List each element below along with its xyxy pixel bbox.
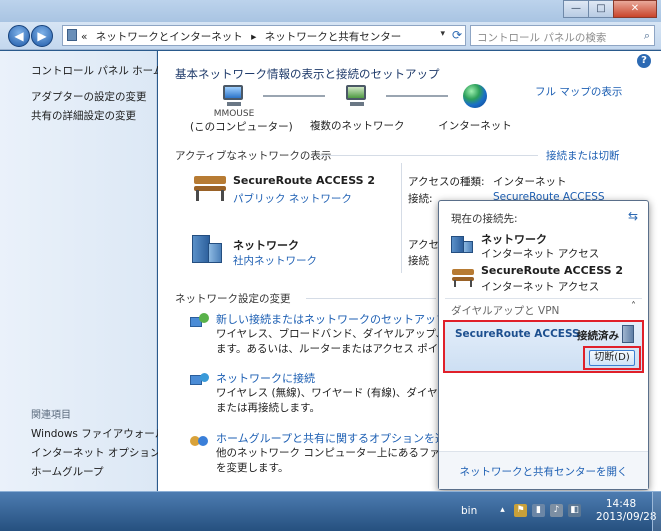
flyout-connection-status: インターネット アクセス (481, 281, 600, 293)
sidebar-item-firewall[interactable]: Windows ファイアウォール (31, 426, 165, 441)
navigation-bar: ◀ ▶ « ネットワークとインターネット ▸ ネットワークと共有センター ▾ ⟳… (0, 22, 661, 50)
full-map-link[interactable]: フル マップの表示 (535, 84, 622, 99)
clock[interactable]: 14:48 2013/09/28 (596, 498, 657, 524)
bench-icon (451, 267, 477, 287)
multiple-networks-label: 複数のネットワーク (310, 120, 405, 132)
access-type-label: アクセスの種類: (408, 176, 485, 188)
help-icon[interactable]: ? (637, 54, 651, 68)
chevron-down-icon[interactable]: ▾ (440, 29, 445, 39)
disconnect-button[interactable]: 切断(D) (589, 350, 635, 366)
breadcrumb-separator[interactable]: ▸ (251, 31, 256, 43)
refresh-icon[interactable]: ⟳ (452, 28, 462, 42)
task-homegroup-desc-1: 他のネットワーク コンピューター上にあるファイルや (216, 447, 472, 459)
breadcrumb-overflow[interactable]: « (81, 31, 87, 43)
show-hidden-icons-icon[interactable]: ▴ (496, 504, 509, 517)
sidebar-item-internet-options[interactable]: インターネット オプション (31, 445, 160, 460)
map-internet: インターネット (433, 84, 517, 133)
forward-button[interactable]: ▶ (31, 25, 53, 47)
action-center-icon[interactable]: ⚑ (514, 504, 527, 517)
connect-disconnect-link[interactable]: 接続または切断 (546, 148, 620, 163)
volume-icon[interactable]: ♪ (550, 504, 563, 517)
clock-date: 2013/09/28 (596, 511, 657, 523)
vpn-name: SecureRoute ACCESS (455, 328, 580, 340)
task-connect-desc-2: または再接続します。 (216, 402, 320, 414)
map-multiple-networks: 複数のネットワーク (310, 84, 405, 133)
vpn-connection-item[interactable]: SecureRoute ACCESS 接続済み 切断(D) (443, 320, 644, 373)
access-type-value: インターネット (493, 176, 567, 188)
close-button[interactable]: ✕ (613, 0, 657, 18)
network-type-public[interactable]: パブリック ネットワーク (233, 191, 352, 206)
setup-connection-icon (190, 313, 210, 331)
window-controls: — □ ✕ (563, 0, 657, 18)
open-network-center-link[interactable]: ネットワークと共有センターを開く (439, 464, 648, 479)
bench-icon (192, 174, 228, 202)
flyout-footer: ネットワークと共有センターを開く (439, 451, 648, 489)
access-type-label: アクセ (408, 239, 439, 251)
clock-time: 14:48 (605, 498, 637, 510)
connection-label: 接続 (408, 255, 429, 267)
flyout-connection-name[interactable]: SecureRoute ACCESS 2 (481, 264, 623, 277)
sidebar-item-homegroup[interactable]: ホームグループ (31, 464, 104, 479)
network-type-work[interactable]: 社内ネットワーク (233, 253, 317, 268)
breadcrumb-network-internet[interactable]: ネットワークとインターネット (96, 31, 243, 43)
network-name-network: ネットワーク (233, 239, 299, 252)
computer-icon (220, 84, 248, 108)
flyout-connection-status: インターネット アクセス (481, 248, 600, 260)
taskbar: bin ▴ ⚑ ▮ ♪ ◧ 14:48 2013/09/28 (0, 491, 661, 531)
change-settings-header: ネットワーク設定の変更 (175, 293, 291, 305)
sidebar-item-advanced-sharing[interactable]: 共有の詳細設定の変更 (31, 108, 136, 123)
see-also-header: 関連項目 (31, 410, 71, 421)
language-indicator[interactable]: bin (461, 505, 477, 517)
flyout-connection-name[interactable]: ネットワーク (481, 231, 547, 247)
search-icon[interactable]: ⌕ (644, 29, 650, 43)
title-bar: — □ ✕ (0, 0, 661, 22)
vertical-divider (401, 163, 402, 273)
task-setup-desc-2: ます。あるいは、ルーターまたはアクセス ポイントを (216, 343, 470, 355)
computer-label: (このコンピューター) (190, 121, 293, 133)
current-connections-header: 現在の接続先: (451, 213, 518, 225)
network-flyout: 現在の接続先: ⇆ ネットワーク インターネット アクセス SecureRout… (438, 200, 649, 490)
system-tray: ▴ ⚑ ▮ ♪ ◧ (496, 504, 581, 517)
computer-name: MMOUSE (213, 109, 255, 119)
connection-label: 接続: (408, 193, 433, 205)
chevron-up-icon[interactable]: ˄ (631, 301, 636, 312)
page-title: 基本ネットワーク情報の表示と接続のセットアップ (175, 67, 440, 81)
divider (318, 155, 538, 156)
show-desktop-button[interactable] (652, 492, 661, 531)
connect-network-icon (190, 371, 210, 389)
power-icon[interactable]: ◧ (568, 504, 581, 517)
map-computer: MMOUSE (このコンピューター) (190, 84, 293, 134)
divider (306, 298, 436, 299)
control-panel-icon (67, 29, 77, 41)
network-tray-icon[interactable]: ▮ (532, 504, 545, 517)
sidebar-item-home[interactable]: コントロール パネル ホーム (31, 63, 163, 78)
task-homegroup-desc-2: を変更します。 (216, 462, 289, 474)
disconnect-highlight: 切断(D) (583, 346, 641, 370)
vpn-status: 接続済み (577, 330, 619, 342)
search-box[interactable]: コントロール パネルの検索 ⌕ (470, 25, 655, 46)
breadcrumb-network-sharing-center[interactable]: ネットワークと共有センター (265, 31, 402, 43)
task-setup-connection[interactable]: 新しい接続またはネットワークのセットアップ (216, 311, 447, 327)
network-icon (343, 84, 371, 108)
sidebar: コントロール パネル ホーム アダプターの設定の変更 共有の詳細設定の変更 関連… (0, 51, 165, 491)
building-icon (451, 234, 475, 254)
search-input[interactable]: コントロール パネルの検索 (477, 30, 606, 45)
network-name-secureroute: SecureRoute ACCESS 2 (233, 174, 376, 187)
internet-label: インターネット (438, 120, 512, 132)
minimize-button[interactable]: — (563, 0, 589, 18)
address-bar[interactable]: « ネットワークとインターネット ▸ ネットワークと共有センター ▾ ⟳ (62, 25, 466, 46)
dialup-vpn-header[interactable]: ダイヤルアップと VPN (451, 303, 559, 318)
refresh-icon[interactable]: ⇆ (628, 209, 638, 223)
sidebar-item-adapter-settings[interactable]: アダプターの設定の変更 (31, 89, 147, 104)
building-icon (190, 233, 224, 265)
homegroup-icon (190, 432, 210, 450)
back-button[interactable]: ◀ (8, 25, 30, 47)
globe-icon (463, 84, 487, 108)
maximize-button[interactable]: □ (588, 0, 614, 18)
task-connect-network[interactable]: ネットワークに接続 (216, 370, 315, 386)
breadcrumb: « ネットワークとインターネット ▸ ネットワークと共有センター (81, 29, 406, 44)
active-networks-header: アクティブなネットワークの表示 (175, 150, 332, 162)
vpn-icon (622, 325, 634, 343)
divider (445, 298, 642, 299)
